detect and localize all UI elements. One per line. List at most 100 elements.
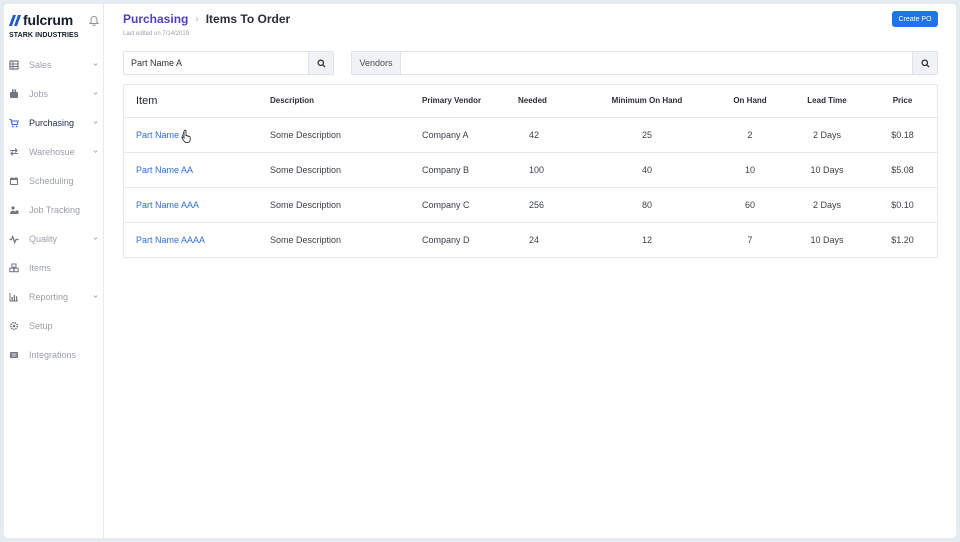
sidebar-item-label: Reporting: [29, 291, 69, 302]
table-row[interactable]: Part Name AAAA Some Description Company D2…: [124, 221, 939, 257]
sidebar-item-label: Setup: [29, 320, 53, 331]
column-header-item[interactable]: Item: [124, 85, 270, 117]
cell-on-hand: 10: [712, 151, 788, 187]
items-table: Item Description Primary Vendor Needed M…: [123, 84, 939, 258]
chevron-down-icon: [93, 150, 98, 153]
column-header-description[interactable]: Description: [270, 85, 422, 117]
table-row[interactable]: Part Name A Some Description Company A 42 25…: [124, 116, 939, 152]
cell-description: Some Description: [270, 221, 422, 257]
create-po-button[interactable]: Create PO: [892, 11, 938, 27]
cell-needed: 42: [518, 116, 582, 152]
cell-on-hand: 7: [712, 221, 788, 257]
chevron-down-icon: [93, 121, 98, 124]
pulse-icon: [9, 234, 19, 244]
breadcrumb: Purchasing › Items To Order: [123, 12, 290, 26]
sidebar-item-items[interactable]: Items: [4, 253, 104, 282]
sidebar-item-label: Scheduling: [29, 175, 74, 186]
sidebar-item-purchasing[interactable]: Purchasing: [4, 108, 104, 137]
sidebar-item-label: Purchasing: [29, 117, 75, 128]
cell-min-on-hand: 80: [582, 186, 712, 222]
cell-lead-time: 10 Days: [788, 151, 866, 187]
sidebar-item-label: Warehosue: [29, 146, 75, 157]
cell-item: Part Name AA: [124, 151, 270, 187]
vendor-search: Vendors: [351, 51, 938, 75]
cell-needed: 256: [518, 186, 582, 222]
page-title: Items To Order: [205, 12, 291, 26]
cell-price: $1.20: [866, 221, 939, 257]
vendors-label: Vendors: [352, 52, 401, 74]
column-header-lead-time[interactable]: Lead Time: [788, 85, 866, 117]
cell-price: $5.08: [866, 151, 939, 187]
sidebar-item-jobs[interactable]: Jobs: [4, 79, 104, 108]
search-icon: [920, 58, 930, 68]
chevron-right-icon: ›: [195, 13, 199, 25]
cell-price: $0.10: [866, 186, 939, 222]
cell-lead-time: 2 Days: [788, 116, 866, 152]
column-header-price[interactable]: Price: [866, 85, 939, 117]
last-edited: Last edited on 7/14/2019: [123, 31, 190, 37]
sidebar: fulcrum STARK INDUSTRIES Sales Jobs Purcha…: [4, 4, 104, 538]
part-search: [123, 51, 334, 75]
table-row[interactable]: Part Name AA Some Description Company B 100…: [124, 151, 939, 187]
cell-min-on-hand: 12: [582, 221, 712, 257]
sidebar-item-label: Items: [29, 262, 52, 273]
grid-icon: [9, 59, 19, 70]
vendors-input[interactable]: [401, 52, 912, 74]
gear-icon: [9, 321, 19, 331]
part-link[interactable]: Part Name AAA: [136, 200, 199, 210]
table-body: Part Name A Some Description Company A 42 25…: [124, 116, 939, 257]
vendor-search-button[interactable]: [912, 52, 937, 74]
sidebar-item-label: Quality: [29, 233, 58, 244]
sidebar-item-reporting[interactable]: Reporting: [4, 282, 104, 311]
cell-vendor: Company A: [422, 116, 518, 152]
column-header-needed[interactable]: Needed: [518, 85, 582, 117]
cell-lead-time: 10 Days: [788, 221, 866, 257]
part-link[interactable]: Part Name AAAA: [136, 235, 205, 245]
bar-chart-icon: [9, 292, 19, 302]
logo-text: fulcrum: [23, 12, 73, 28]
transfer-icon: [9, 147, 19, 157]
cell-vendor: Company C: [422, 186, 518, 222]
part-link[interactable]: Part Name AA: [136, 165, 193, 175]
cart-icon: [9, 118, 19, 128]
cell-on-hand: 60: [712, 186, 788, 222]
column-header-on-hand[interactable]: On Hand: [712, 85, 788, 117]
part-search-input[interactable]: [124, 52, 308, 74]
sidebar-item-job-tracking[interactable]: Job Tracking: [4, 195, 104, 224]
column-header-vendor[interactable]: Primary Vendor: [422, 85, 518, 117]
table-row[interactable]: Part Name AAA Some Description Company C 25…: [124, 186, 939, 222]
calendar-icon: [9, 176, 19, 186]
sidebar-item-label: Integrations: [29, 349, 77, 360]
sidebar-item-label: Sales: [29, 59, 52, 70]
chevron-down-icon: [93, 295, 98, 298]
cell-vendor: Company D: [422, 221, 518, 257]
breadcrumb-purchasing[interactable]: Purchasing: [123, 12, 188, 26]
sidebar-item-scheduling[interactable]: Scheduling: [4, 166, 104, 195]
sidebar-item-integrations[interactable]: Integrations: [4, 340, 104, 369]
cell-item: Part Name AAA: [124, 186, 270, 222]
cell-lead-time: 2 Days: [788, 186, 866, 222]
company-name: STARK INDUSTRIES: [9, 32, 79, 39]
sidebar-item-quality[interactable]: Quality: [4, 224, 104, 253]
cell-description: Some Description: [270, 151, 422, 187]
cell-description: Some Description: [270, 116, 422, 152]
cell-min-on-hand: 40: [582, 151, 712, 187]
column-header-min-on-hand[interactable]: Minimum On Hand: [582, 85, 712, 117]
part-search-button[interactable]: [308, 52, 333, 74]
cell-needed: 24: [518, 221, 582, 257]
cell-vendor: Company B: [422, 151, 518, 187]
cell-item: Part Name AAAA: [124, 221, 270, 257]
cell-price: $0.18: [866, 116, 939, 152]
page-header: Purchasing › Items To Order Last edited …: [123, 12, 290, 37]
cell-description: Some Description: [270, 186, 422, 222]
sidebar-item-label: Jobs: [29, 88, 49, 99]
bell-icon[interactable]: [88, 13, 100, 26]
chevron-down-icon: [93, 63, 98, 66]
sidebar-item-setup[interactable]: Setup: [4, 311, 104, 340]
cell-on-hand: 2: [712, 116, 788, 152]
part-link[interactable]: Part Name A: [136, 130, 187, 140]
plug-icon: [9, 350, 19, 360]
sidebar-item-sales[interactable]: Sales: [4, 50, 104, 79]
table-header-row: Item Description Primary Vendor Needed M…: [124, 85, 939, 117]
sidebar-item-warehosue[interactable]: Warehosue: [4, 137, 104, 166]
